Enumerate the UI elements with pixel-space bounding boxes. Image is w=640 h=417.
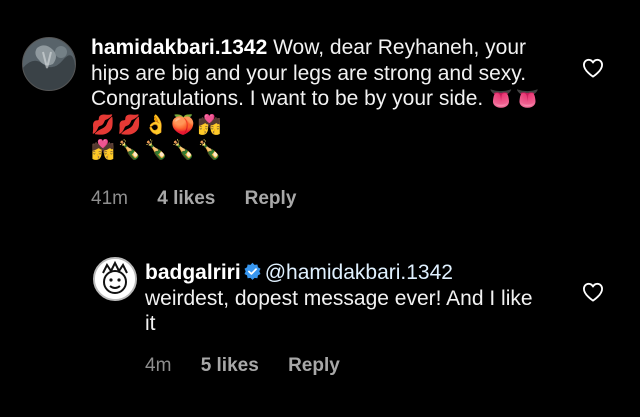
- peach-emoji: 🍑: [171, 114, 195, 136]
- comment-timestamp: 41m: [91, 188, 128, 209]
- comment-item: hamidakbari.1342 Wow, dear Reyhaneh, you…: [0, 0, 640, 230]
- tongue-emoji: 👅: [515, 89, 540, 110]
- comment-meta: 41m 4 likes Reply: [91, 188, 320, 210]
- reply-button[interactable]: Reply: [288, 355, 340, 376]
- champagne-emoji: 🍾: [171, 140, 195, 161]
- kiss-emoji: 💏: [91, 140, 115, 161]
- comment-item: badgalriri @hamidakbari.1342 weirdest, d…: [0, 230, 640, 417]
- kiss-emoji: 💏: [197, 114, 222, 136]
- likes-count[interactable]: 5 likes: [201, 355, 259, 376]
- tongue-emoji: 👅: [489, 89, 513, 110]
- champagne-emoji: 🍾: [197, 140, 222, 161]
- avatar[interactable]: [22, 37, 76, 91]
- champagne-emoji: 🍾: [144, 140, 169, 161]
- heart-outline-icon[interactable]: [582, 282, 604, 302]
- comment-meta: 4m 5 likes Reply: [145, 355, 364, 377]
- champagne-emoji: 🍾: [117, 140, 142, 161]
- verified-badge-icon: [244, 262, 261, 280]
- emoji-row-2: 💏 🍾 🍾 🍾 🍾: [91, 138, 224, 161]
- comment-username[interactable]: badgalriri: [145, 261, 241, 284]
- mention-link[interactable]: @hamidakbari.1342: [265, 261, 453, 284]
- kiss-mark-emoji: 💋: [117, 114, 142, 136]
- heart-outline-icon[interactable]: [582, 58, 604, 78]
- kiss-mark-emoji: 💋: [91, 114, 115, 136]
- comment-body: badgalriri @hamidakbari.1342 weirdest, d…: [145, 260, 545, 337]
- comment-username[interactable]: hamidakbari.1342: [91, 36, 267, 59]
- landscape-avatar-icon: [23, 38, 75, 90]
- comment-text: weirdest, dopest message ever! And I lik…: [145, 286, 533, 336]
- cartoon-face-avatar-icon: [95, 259, 135, 299]
- likes-count[interactable]: 4 likes: [157, 188, 215, 209]
- reply-button[interactable]: Reply: [245, 188, 297, 209]
- ok-hand-emoji: 👌: [144, 114, 169, 136]
- comment-body: hamidakbari.1342 Wow, dear Reyhaneh, you…: [91, 35, 561, 163]
- avatar[interactable]: [93, 257, 137, 301]
- comment-timestamp: 4m: [145, 355, 172, 376]
